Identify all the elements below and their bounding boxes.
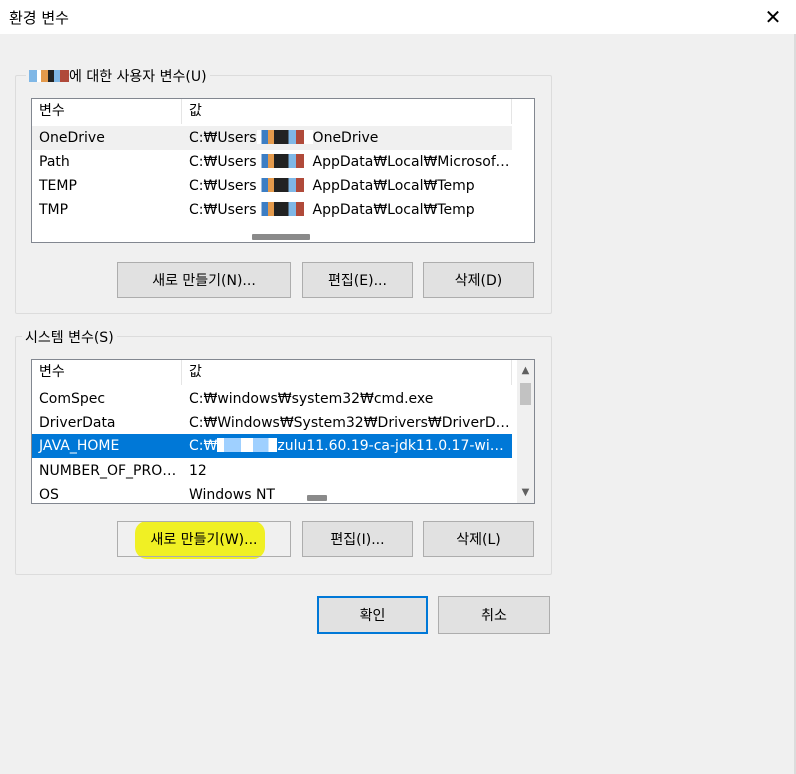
system-variables-list[interactable]: 변수 값 ComSpec C:₩windows₩system32₩cmd.exe… <box>31 359 535 504</box>
vertical-scrollbar[interactable]: ▲ ▼ <box>517 360 534 503</box>
title-bar: 환경 변수 ✕ <box>0 0 796 34</box>
variable-value: C:₩Users AppData₩Local₩Microsoft... <box>182 150 512 174</box>
close-button[interactable]: ✕ <box>750 0 796 34</box>
column-header-value[interactable]: 값 <box>182 360 512 385</box>
redacted-path <box>217 438 278 452</box>
system-new-button[interactable]: 새로 만들기(W)... <box>117 521 291 557</box>
variable-name: TEMP <box>39 178 77 194</box>
variable-value: C:₩windows₩system32₩cmd.exe <box>189 391 434 407</box>
system-edit-button[interactable]: 편집(I)... <box>302 521 413 557</box>
redacted-path <box>256 154 313 168</box>
user-variables-label: 에 대한 사용자 변수(U) <box>69 69 207 85</box>
list-item[interactable]: OS Windows NT <box>32 483 512 503</box>
list-item[interactable]: DriverData C:₩Windows₩System32₩Drivers₩D… <box>32 411 512 435</box>
user-delete-button[interactable]: 삭제(D) <box>423 262 534 298</box>
variable-value: C:₩Users OneDrive <box>182 126 512 150</box>
variable-value: Windows NT <box>189 487 275 503</box>
value-prefix: C:₩Users <box>189 178 257 194</box>
variable-name: DriverData <box>39 415 116 431</box>
column-header-variable[interactable]: 변수 <box>32 360 182 385</box>
list-header: 변수 값 <box>32 360 512 385</box>
value-prefix: C:₩Users <box>189 202 257 218</box>
button-label: 새로 만들기(W)... <box>150 532 258 548</box>
button-label: 취소 <box>481 608 507 624</box>
system-delete-button[interactable]: 삭제(L) <box>423 521 534 557</box>
value-suffix: zulu11.60.19-ca-jdk11.0.17-win_x64 <box>277 438 512 454</box>
list-item[interactable]: TMP C:₩Users AppData₩Local₩Temp <box>32 198 512 222</box>
column-header-value[interactable]: 값 <box>182 99 512 124</box>
ok-button[interactable]: 확인 <box>317 596 428 634</box>
list-item[interactable]: OneDrive C:₩Users OneDrive <box>32 126 512 150</box>
button-label: 확인 <box>359 608 386 624</box>
value-suffix: AppData₩Local₩Microsoft... <box>312 154 512 170</box>
list-item[interactable]: NUMBER_OF_PROC... 12 <box>32 459 512 483</box>
user-new-button[interactable]: 새로 만들기(N)... <box>117 262 291 298</box>
variable-name: OS <box>39 487 59 503</box>
horizontal-scrollbar-thumb[interactable] <box>252 234 310 240</box>
close-icon: ✕ <box>764 5 782 29</box>
variable-value: C:₩Users AppData₩Local₩Temp <box>182 174 512 198</box>
scrollbar-thumb[interactable] <box>520 383 531 405</box>
list-item[interactable]: ComSpec C:₩windows₩system32₩cmd.exe <box>32 387 512 411</box>
value-prefix: C:₩Users <box>189 130 257 146</box>
button-label: 편집(E)... <box>328 273 387 289</box>
variable-name: Path <box>39 154 70 170</box>
value-suffix: OneDrive <box>312 130 379 146</box>
list-item[interactable]: TEMP C:₩Users AppData₩Local₩Temp <box>32 174 512 198</box>
scroll-down-icon[interactable]: ▼ <box>517 484 534 501</box>
value-prefix: C:₩Users <box>189 154 257 170</box>
redacted-username <box>29 70 69 82</box>
system-variables-legend: 시스템 변수(S) <box>22 327 117 347</box>
scroll-up-icon[interactable]: ▲ <box>517 362 534 379</box>
variable-name: TMP <box>39 202 69 218</box>
redacted-path <box>256 202 313 216</box>
horizontal-scrollbar-thumb[interactable] <box>307 495 327 501</box>
window-title: 환경 변수 <box>9 9 69 27</box>
button-label: 삭제(D) <box>454 273 503 289</box>
user-variables-list[interactable]: 변수 값 OneDrive C:₩Users OneDrive Path C:₩U… <box>31 98 535 243</box>
list-header: 변수 값 <box>32 99 512 124</box>
variable-value: 12 <box>189 463 207 479</box>
value-suffix: AppData₩Local₩Temp <box>312 202 475 218</box>
user-variables-legend: 에 대한 사용자 변수(U) <box>26 66 210 86</box>
variable-name: JAVA_HOME <box>39 438 120 454</box>
variable-name: ComSpec <box>39 391 106 407</box>
variable-value: C:₩Windows₩System32₩Drivers₩DriverData <box>189 415 512 431</box>
variable-value: C:₩Users AppData₩Local₩Temp <box>182 198 512 222</box>
redacted-path <box>256 130 313 144</box>
button-label: 편집(I)... <box>330 532 385 548</box>
value-suffix: AppData₩Local₩Temp <box>312 178 475 194</box>
list-item[interactable]: Path C:₩Users AppData₩Local₩Microsoft... <box>32 150 512 174</box>
list-item-selected[interactable]: JAVA_HOME C:₩ zulu11.60.19-ca-jdk11.0.17-… <box>32 434 512 458</box>
value-prefix: C:₩ <box>189 438 218 454</box>
variable-value: C:₩ zulu11.60.19-ca-jdk11.0.17-win_x64 <box>182 434 512 458</box>
user-edit-button[interactable]: 편집(E)... <box>302 262 413 298</box>
button-label: 새로 만들기(N)... <box>152 273 256 289</box>
variable-name: NUMBER_OF_PROC... <box>39 463 182 479</box>
cancel-button[interactable]: 취소 <box>438 596 550 634</box>
column-header-variable[interactable]: 변수 <box>32 99 182 124</box>
button-label: 삭제(L) <box>456 532 501 548</box>
variable-name: OneDrive <box>39 130 105 146</box>
redacted-path <box>256 178 313 192</box>
